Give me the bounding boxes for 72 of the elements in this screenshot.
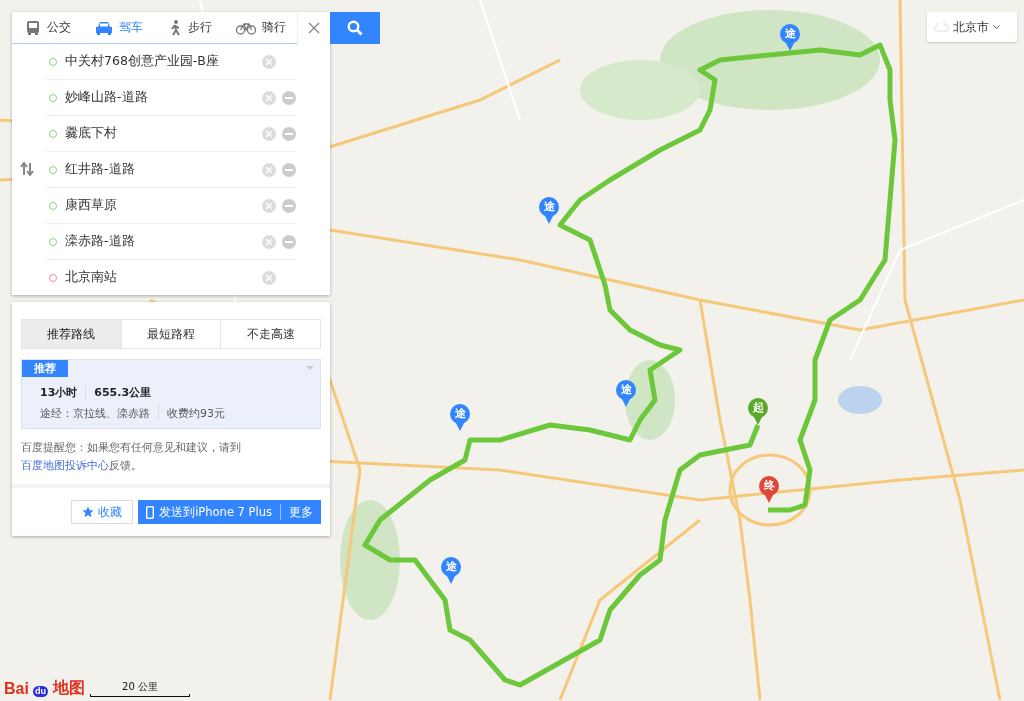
route-card[interactable]: 推荐 13小时 655.3公里 途经：京拉线、滦赤路 收费约93元 xyxy=(21,359,321,429)
swap-icon[interactable] xyxy=(20,162,34,176)
complaint-link[interactable]: 百度地图投诉中心 xyxy=(21,459,109,472)
via-text: 途经：京拉线、滦赤路 xyxy=(40,406,150,421)
remove-button[interactable] xyxy=(282,198,296,213)
minus-icon xyxy=(285,96,293,99)
waypoint-name[interactable]: 妙峰山路-道路 xyxy=(65,89,262,106)
close-button[interactable] xyxy=(297,12,330,44)
car-icon xyxy=(94,19,113,36)
waypoint-name[interactable]: 北京南站 xyxy=(65,269,262,286)
walker-icon xyxy=(168,19,183,36)
phone-icon xyxy=(146,505,155,519)
send-to-phone-button[interactable]: 发送到iPhone 7 Plus xyxy=(138,500,280,524)
search-button[interactable] xyxy=(330,12,380,44)
caret-icon xyxy=(306,366,314,370)
minus-icon xyxy=(285,168,293,171)
clear-icon xyxy=(266,274,272,281)
clear-button[interactable] xyxy=(262,198,276,213)
waypoint-name[interactable]: 爨底下村 xyxy=(65,125,262,142)
clear-button[interactable] xyxy=(262,90,276,105)
map-pin[interactable]: 途 xyxy=(450,404,470,431)
map-pin[interactable]: 途 xyxy=(539,197,559,224)
route-tab[interactable]: 推荐路线 xyxy=(22,320,121,348)
clear-button[interactable] xyxy=(262,126,276,141)
close-icon xyxy=(308,22,320,34)
distance-text: 655.3公里 xyxy=(94,385,152,400)
clear-icon xyxy=(266,58,272,65)
mode-tab[interactable]: 驾车 xyxy=(83,12,155,43)
waypoint-name[interactable]: 滦赤路-道路 xyxy=(65,233,262,250)
bicycle-icon xyxy=(236,20,257,35)
cloud-icon xyxy=(933,22,949,32)
search-icon xyxy=(347,20,363,36)
waypoint-name[interactable]: 中关村768创意产业园-B座 xyxy=(65,53,262,70)
map-pin[interactable]: 途 xyxy=(441,557,461,584)
remove-button[interactable] xyxy=(282,234,296,249)
toll-text: 收费约93元 xyxy=(167,406,225,421)
duration-text: 13小时 xyxy=(40,385,78,400)
mode-tab[interactable]: 步行 xyxy=(154,12,226,43)
clear-icon xyxy=(266,166,272,173)
feedback-notice: 百度提醒您：如果您有任何意见和建议，请到 百度地图投诉中心反馈。 xyxy=(21,440,242,474)
remove-button[interactable] xyxy=(282,90,296,105)
clear-button[interactable] xyxy=(262,162,276,177)
clear-icon xyxy=(266,94,272,101)
minus-icon xyxy=(285,132,293,135)
clear-button[interactable] xyxy=(262,54,276,69)
clear-button[interactable] xyxy=(262,270,276,285)
clear-icon xyxy=(266,238,272,245)
mode-tab[interactable]: 公交 xyxy=(12,12,84,43)
waypoint-name[interactable]: 康西草原 xyxy=(65,197,262,214)
caret-icon xyxy=(993,25,1000,29)
recommended-badge: 推荐 xyxy=(22,360,68,377)
scale-label: 20 公里 xyxy=(122,680,158,694)
waypoint-name[interactable]: 红井路-道路 xyxy=(65,161,262,178)
star-icon xyxy=(82,506,95,518)
clear-button[interactable] xyxy=(262,234,276,249)
minus-icon xyxy=(285,204,293,207)
city-selector[interactable]: 北京市 xyxy=(927,12,1017,42)
logo-text: Bai xyxy=(4,679,29,698)
remove-button[interactable] xyxy=(282,162,296,177)
bus-icon xyxy=(24,19,41,36)
map-pin[interactable]: 终 xyxy=(759,476,779,503)
favorite-button[interactable]: 收藏 xyxy=(71,500,134,524)
map-pin[interactable]: 途 xyxy=(780,24,800,51)
clear-icon xyxy=(266,130,272,137)
minus-icon xyxy=(285,240,293,243)
logo-text: 地图 xyxy=(52,678,85,698)
remove-button[interactable] xyxy=(282,126,296,141)
mode-tab[interactable]: 骑行 xyxy=(225,12,297,43)
logo-paw-text: du xyxy=(32,685,48,697)
map-pin[interactable]: 途 xyxy=(616,380,636,407)
clear-icon xyxy=(266,202,272,209)
more-button[interactable]: 更多 xyxy=(280,504,321,520)
